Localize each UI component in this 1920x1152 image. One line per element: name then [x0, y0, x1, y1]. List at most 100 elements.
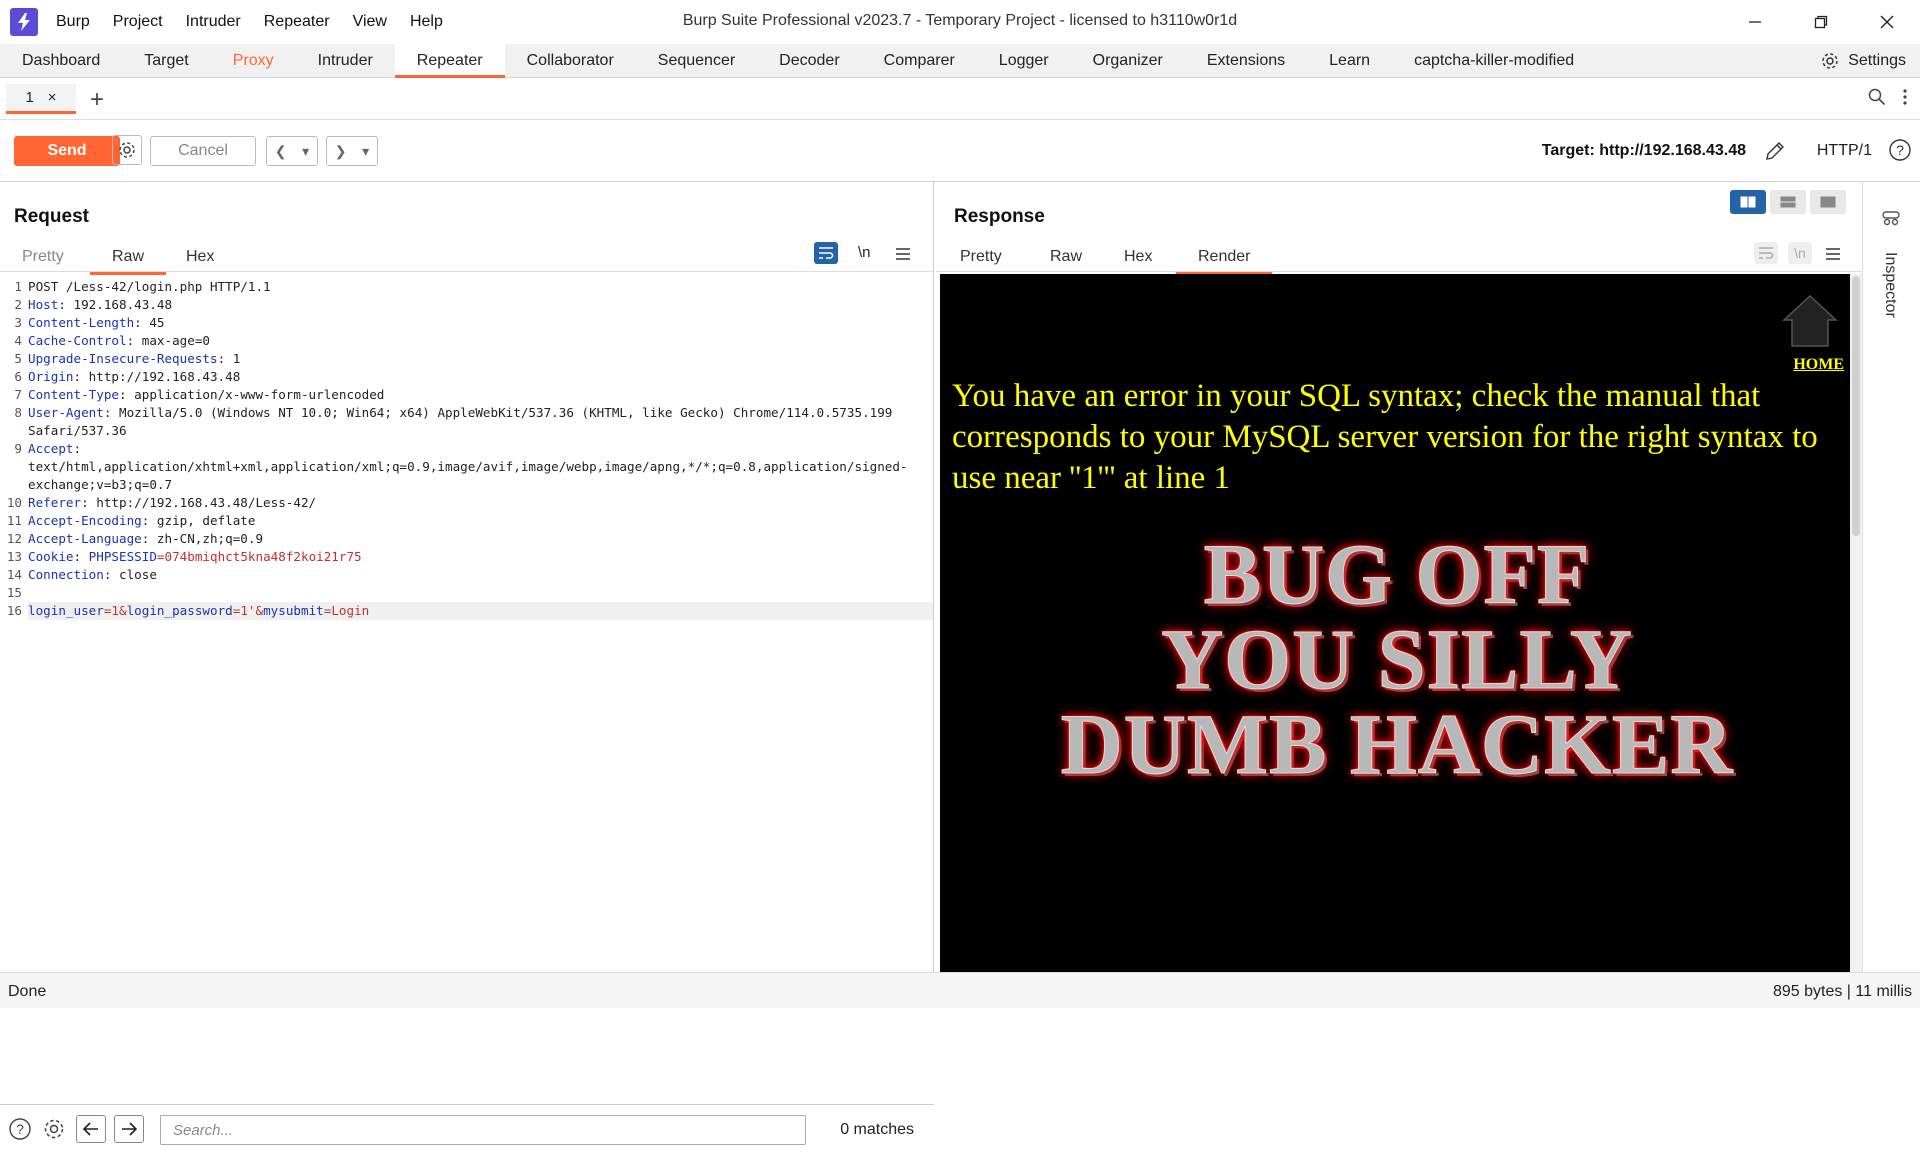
- help-icon[interactable]: ?: [8, 1117, 32, 1141]
- request-tab-pretty[interactable]: Pretty: [22, 248, 64, 266]
- line-content[interactable]: Cache-Control: max-age=0: [28, 332, 933, 350]
- tab-target[interactable]: Target: [122, 44, 210, 77]
- request-editor[interactable]: 1 POST /Less-42/login.php HTTP/1.1 2 Host: …: [0, 278, 933, 620]
- request-line[interactable]: 16 login_user=1&login_password=1'&mysubmi…: [0, 602, 933, 620]
- request-line[interactable]: 11 Accept-Encoding: gzip, deflate: [0, 512, 933, 530]
- help-icon[interactable]: ?: [1888, 138, 1912, 167]
- tab-sequencer[interactable]: Sequencer: [636, 44, 757, 77]
- response-tab-raw[interactable]: Raw: [1050, 248, 1082, 266]
- more-options-icon[interactable]: [1902, 88, 1908, 106]
- request-line[interactable]: 5 Upgrade-Insecure-Requests: 1: [0, 350, 933, 368]
- close-window-icon[interactable]: [1854, 0, 1920, 44]
- tab-intruder[interactable]: Intruder: [296, 44, 395, 77]
- scrollbar-thumb[interactable]: [1852, 276, 1860, 536]
- tab-proxy[interactable]: Proxy: [211, 44, 296, 77]
- request-tab-hex[interactable]: Hex: [186, 248, 214, 266]
- response-tab-hex[interactable]: Hex: [1124, 248, 1152, 266]
- line-content[interactable]: Content-Length: 45: [28, 314, 933, 332]
- tab-collaborator[interactable]: Collaborator: [505, 44, 636, 77]
- menu-burp[interactable]: Burp: [56, 13, 90, 31]
- minimize-icon[interactable]: [1722, 0, 1788, 44]
- close-tab-icon[interactable]: ×: [48, 89, 57, 106]
- send-button[interactable]: Send: [14, 136, 120, 166]
- line-content[interactable]: Cookie: PHPSESSID=074bmiqhct5kna48f2koi2…: [28, 548, 933, 566]
- line-content[interactable]: login_user=1&login_password=1'&mysubmit=…: [28, 602, 933, 620]
- hamburger-menu-icon[interactable]: [896, 248, 910, 260]
- tab-repeater[interactable]: Repeater: [394, 44, 505, 78]
- menu-intruder[interactable]: Intruder: [186, 13, 241, 31]
- line-content[interactable]: Accept-Language: zh-CN,zh;q=0.9: [28, 530, 933, 548]
- side-by-side-layout-icon[interactable]: [1730, 190, 1766, 214]
- next-match-button[interactable]: [114, 1115, 144, 1143]
- line-content[interactable]: Connection: close: [28, 566, 933, 584]
- menu-view[interactable]: View: [353, 13, 387, 31]
- request-line[interactable]: 14 Connection: close: [0, 566, 933, 584]
- line-content[interactable]: Accept-Encoding: gzip, deflate: [28, 512, 933, 530]
- request-settings-button[interactable]: [112, 135, 142, 165]
- word-wrap-icon[interactable]: [1754, 242, 1778, 264]
- request-line[interactable]: 9 Accept: text/html,application/xhtml+xml…: [0, 440, 933, 494]
- request-line[interactable]: 1 POST /Less-42/login.php HTTP/1.1: [0, 278, 933, 296]
- home-icon[interactable]: [1780, 292, 1840, 352]
- tab-organizer[interactable]: Organizer: [1071, 44, 1185, 77]
- gear-icon[interactable]: [42, 1117, 66, 1141]
- response-scrollbar[interactable]: [1850, 274, 1862, 972]
- line-content[interactable]: Referer: http://192.168.43.48/Less-42/: [28, 494, 933, 512]
- search-icon[interactable]: [1868, 88, 1886, 106]
- newline-toggle[interactable]: \n: [1788, 242, 1812, 264]
- tab-captcha-killer[interactable]: captcha-killer-modified: [1392, 44, 1596, 77]
- tab-learn[interactable]: Learn: [1307, 44, 1392, 77]
- inspector-icon[interactable]: [1881, 210, 1901, 226]
- line-content[interactable]: Upgrade-Insecure-Requests: 1: [28, 350, 933, 368]
- window-controls: [1722, 0, 1920, 44]
- request-line[interactable]: 13 Cookie: PHPSESSID=074bmiqhct5kna48f2ko…: [0, 548, 933, 566]
- request-tab-raw[interactable]: Raw: [89, 248, 167, 275]
- restore-icon[interactable]: [1788, 0, 1854, 44]
- request-line[interactable]: 6 Origin: http://192.168.43.48: [0, 368, 933, 386]
- request-line[interactable]: 2 Host: 192.168.43.48: [0, 296, 933, 314]
- line-content[interactable]: Content-Type: application/x-www-form-url…: [28, 386, 933, 404]
- header-name: Referer: [28, 495, 82, 510]
- inspector-label[interactable]: Inspector: [1881, 252, 1899, 318]
- tab-logger[interactable]: Logger: [977, 44, 1071, 77]
- response-tab-pretty[interactable]: Pretty: [960, 248, 1002, 266]
- hamburger-menu-icon[interactable]: [1826, 248, 1840, 260]
- newline-toggle[interactable]: \n: [858, 244, 871, 261]
- tab-dashboard[interactable]: Dashboard: [0, 44, 122, 77]
- response-tab-render[interactable]: Render: [1175, 248, 1274, 275]
- pencil-icon[interactable]: [1764, 140, 1786, 167]
- banner-line-3: DUMB HACKER: [1060, 696, 1734, 793]
- menu-repeater[interactable]: Repeater: [264, 13, 330, 31]
- previous-match-button[interactable]: [76, 1115, 106, 1143]
- line-content[interactable]: [28, 584, 933, 602]
- request-line[interactable]: 15: [0, 584, 933, 602]
- request-line[interactable]: 10 Referer: http://192.168.43.48/Less-42/: [0, 494, 933, 512]
- line-content[interactable]: Host: 192.168.43.48: [28, 296, 933, 314]
- back-history-button[interactable]: ❮ ▾: [266, 136, 318, 166]
- request-line[interactable]: 8 User-Agent: Mozilla/5.0 (Windows NT 10.…: [0, 404, 933, 440]
- request-line[interactable]: 7 Content-Type: application/x-www-form-ur…: [0, 386, 933, 404]
- tab-decoder[interactable]: Decoder: [757, 44, 861, 77]
- forward-history-button[interactable]: ❯ ▾: [326, 136, 378, 166]
- tab-extensions[interactable]: Extensions: [1185, 44, 1307, 77]
- request-line[interactable]: 3 Content-Length: 45: [0, 314, 933, 332]
- repeater-tab-1[interactable]: 1 ×: [6, 84, 76, 114]
- search-input[interactable]: Search...: [160, 1115, 806, 1145]
- home-link[interactable]: HOME: [1793, 356, 1844, 374]
- line-content[interactable]: User-Agent: Mozilla/5.0 (Windows NT 10.0…: [28, 404, 933, 440]
- cancel-button[interactable]: Cancel: [150, 136, 256, 166]
- add-tab-icon[interactable]: +: [90, 86, 104, 114]
- line-content[interactable]: Origin: http://192.168.43.48: [28, 368, 933, 386]
- http-version[interactable]: HTTP/1: [1817, 142, 1872, 160]
- menu-help[interactable]: Help: [410, 13, 443, 31]
- request-line[interactable]: 12 Accept-Language: zh-CN,zh;q=0.9: [0, 530, 933, 548]
- word-wrap-icon[interactable]: [814, 242, 838, 264]
- stacked-layout-icon[interactable]: [1770, 190, 1806, 214]
- line-content[interactable]: POST /Less-42/login.php HTTP/1.1: [28, 278, 933, 296]
- settings-button[interactable]: Settings: [1820, 44, 1906, 78]
- menu-project[interactable]: Project: [113, 13, 163, 31]
- tabbed-layout-icon[interactable]: [1810, 190, 1846, 214]
- tab-comparer[interactable]: Comparer: [862, 44, 977, 77]
- request-line[interactable]: 4 Cache-Control: max-age=0: [0, 332, 933, 350]
- line-content[interactable]: Accept: text/html,application/xhtml+xml,…: [28, 440, 933, 494]
